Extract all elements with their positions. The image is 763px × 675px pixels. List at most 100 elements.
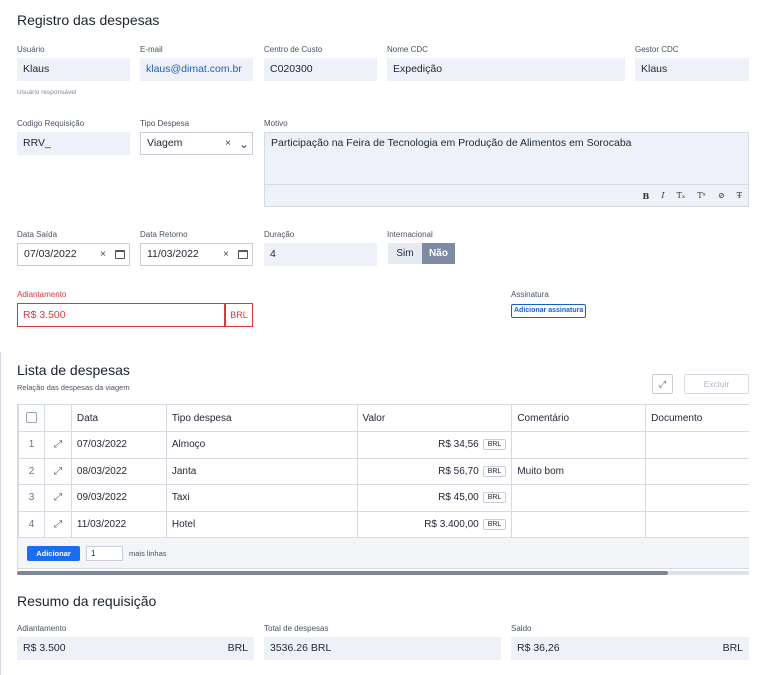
adicionar-button[interactable]: Adicionar [27, 545, 80, 561]
table-scrollbar[interactable] [17, 571, 749, 575]
mais-linhas-label: mais linhas [129, 548, 167, 558]
clear-format-icon[interactable]: T̶ [737, 191, 742, 200]
tipo-despesa-value: Viagem [147, 137, 183, 149]
header-valor[interactable]: Valor [356, 404, 513, 432]
cell-data[interactable]: 08/03/2022 [70, 457, 167, 485]
clear-icon[interactable]: × [218, 244, 234, 265]
currency-badge: BRL [482, 518, 507, 530]
cell-valor[interactable]: R$ 3.400,00 BRL [356, 510, 513, 538]
expand-row-icon[interactable]: ⤢ [43, 431, 72, 459]
cell-data[interactable]: 07/03/2022 [70, 431, 167, 459]
page-title: Registro das despesas [17, 12, 160, 28]
motivo-text[interactable]: Participação na Feira de Tecnologia em P… [271, 137, 632, 149]
expand-row-icon[interactable]: ⤢ [43, 457, 72, 485]
cell-valor[interactable]: R$ 56,70 BRL [356, 457, 513, 485]
adiantamento-input[interactable]: R$ 3.500 [17, 303, 225, 327]
header-tipo[interactable]: Tipo despesa [165, 404, 358, 432]
resumo-adiantamento-value: R$ 3.500 [23, 642, 66, 654]
nome-cdc-label: Nome CDC [387, 45, 428, 54]
saldo-currency: BRL [722, 642, 743, 654]
row-count-input[interactable]: 1 [86, 545, 123, 561]
subscript-icon[interactable]: Tₓ [676, 191, 685, 200]
gestor-cdc-label: Gestor CDC [635, 45, 679, 54]
centro-custo-label: Centro de Custo [264, 45, 323, 54]
table-row[interactable]: 2 ⤢ 08/03/2022 Janta R$ 56,70 BRL Muito b… [18, 457, 749, 485]
adiantamento-label: Adiantamento [17, 290, 67, 299]
excluir-button[interactable]: Excluir [684, 374, 749, 394]
cell-documento[interactable] [645, 457, 749, 485]
gestor-cdc-field[interactable]: Klaus [635, 58, 749, 81]
valor-text: R$ 45,00 [438, 492, 479, 504]
currency-badge: BRL [482, 492, 507, 504]
usuario-label: Usuário [17, 45, 45, 54]
cell-valor[interactable]: R$ 45,00 BRL [356, 484, 513, 512]
cell-valor[interactable]: R$ 34,56 BRL [356, 431, 513, 459]
header-data[interactable]: Data [70, 404, 167, 432]
motivo-label: Motivo [264, 119, 288, 128]
row-number: 1 [18, 431, 45, 459]
cell-tipo[interactable]: Hotel [165, 510, 358, 538]
chevron-down-icon[interactable]: ⌄ [236, 137, 252, 151]
select-all-checkbox[interactable] [18, 404, 45, 432]
email-field[interactable]: klaus@dimat.com.br [140, 58, 253, 81]
valor-text: R$ 34,56 [438, 439, 479, 451]
cell-comentario[interactable] [511, 484, 647, 512]
duracao-label: Duração [264, 230, 295, 239]
add-signature-button[interactable]: Adicionar assinatura [511, 304, 587, 318]
header-comentario[interactable]: Comentário [511, 404, 647, 432]
valor-text: R$ 3.400,00 [424, 518, 479, 530]
cell-tipo[interactable]: Almoço [165, 431, 358, 459]
usuario-field[interactable]: Klaus [17, 58, 130, 81]
cell-comentario[interactable] [511, 431, 647, 459]
duracao-field[interactable]: 4 [264, 243, 377, 266]
codigo-requisicao-field[interactable]: RRV_ [17, 132, 130, 155]
motivo-toolbar: B I Tₓ Tˣ ⊘ T̶ [265, 184, 748, 206]
data-saida-input[interactable]: 07/03/2022 × [17, 243, 130, 266]
clear-icon[interactable]: × [95, 244, 111, 265]
cell-tipo[interactable]: Taxi [165, 484, 358, 512]
cell-documento[interactable] [645, 484, 749, 512]
resumo-adiantamento-label: Adiantamento [17, 624, 67, 633]
cell-documento[interactable] [645, 431, 749, 459]
table-row[interactable]: 1 ⤢ 07/03/2022 Almoço R$ 34,56 BRL [18, 431, 749, 459]
calendar-icon[interactable] [234, 244, 252, 265]
header-documento[interactable]: Documento [645, 404, 749, 432]
cell-tipo[interactable]: Janta [165, 457, 358, 485]
lista-subtitle: Relação das despesas da viagem [17, 383, 130, 392]
table-row[interactable]: 3 ⤢ 09/03/2022 Taxi R$ 45,00 BRL [18, 484, 749, 512]
currency-badge: BRL [482, 465, 507, 477]
superscript-icon[interactable]: Tˣ [697, 191, 706, 200]
calendar-icon[interactable] [111, 244, 129, 265]
sim-option[interactable]: Sim [388, 243, 422, 264]
cell-data[interactable]: 11/03/2022 [70, 510, 167, 538]
currency-badge: BRL [482, 439, 507, 451]
adiantamento-currency: BRL [225, 303, 253, 327]
expand-icon[interactable]: ⤢ [652, 374, 673, 394]
data-retorno-input[interactable]: 11/03/2022 × [140, 243, 253, 266]
italic-icon[interactable]: I [661, 191, 664, 200]
bold-icon[interactable]: B [643, 191, 650, 201]
cell-data[interactable]: 09/03/2022 [70, 484, 167, 512]
data-retorno-value: 11/03/2022 [147, 248, 199, 260]
cell-comentario[interactable] [511, 510, 647, 538]
total-despesas-label: Total de despesas [264, 624, 329, 633]
valor-text: R$ 56,70 [438, 465, 479, 477]
tipo-despesa-select[interactable]: Viagem × ⌄ [140, 132, 253, 155]
cell-documento[interactable] [645, 510, 749, 538]
link-icon[interactable]: ⊘ [718, 191, 725, 200]
expand-row-icon[interactable]: ⤢ [43, 510, 72, 538]
centro-custo-field[interactable]: C020300 [264, 58, 377, 81]
row-number: 4 [18, 510, 45, 538]
scrollbar-thumb[interactable] [17, 571, 668, 575]
motivo-editor[interactable]: Participação na Feira de Tecnologia em P… [264, 132, 749, 207]
nome-cdc-field[interactable]: Expedição [387, 58, 625, 81]
table-row[interactable]: 4 ⤢ 11/03/2022 Hotel R$ 3.400,00 BRL [18, 510, 749, 538]
data-retorno-label: Data Retorno [140, 230, 188, 239]
expand-row-icon[interactable]: ⤢ [43, 484, 72, 512]
cell-comentario[interactable]: Muito bom [511, 457, 647, 485]
nao-option[interactable]: Não [422, 243, 455, 264]
internacional-label: Internacional [387, 230, 433, 239]
clear-icon[interactable]: × [220, 133, 236, 154]
saldo-label: Saldo [511, 624, 532, 633]
expenses-table-wrap: Data Tipo despesa Valor Comentário Docum… [17, 404, 749, 570]
